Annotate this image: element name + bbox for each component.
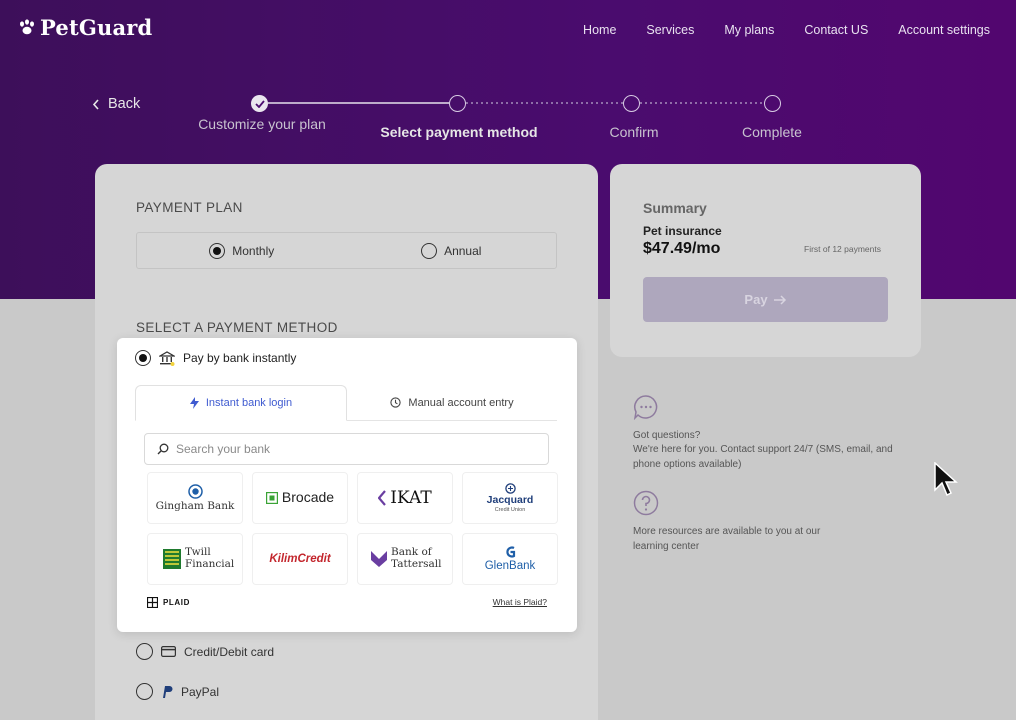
plan-option-annual[interactable]: Annual	[347, 233, 557, 268]
chat-bubble-icon	[633, 395, 658, 420]
resources-text: More resources are available to you at o…	[633, 526, 821, 552]
paypal-radio[interactable]	[136, 683, 153, 700]
bank-name: GlenBank	[484, 559, 536, 572]
bank-name: Twill Financial	[185, 546, 235, 570]
step-1-label: Customize your plan	[198, 116, 326, 132]
plaid-label: PLAID	[163, 598, 190, 607]
bank-entry-tabs: Instant bank login Manual account entry	[135, 385, 557, 421]
step-4-label: Complete	[742, 124, 802, 140]
bank-icon	[159, 350, 175, 366]
bank-name: Gingham Bank	[155, 499, 235, 512]
plan-option-label: Monthly	[232, 243, 275, 258]
questions-heading: Got questions?	[633, 430, 701, 441]
tab-manual-account-entry[interactable]: Manual account entry	[347, 385, 557, 421]
paypal-icon	[163, 685, 173, 698]
credit-debit-radio[interactable]	[136, 643, 153, 660]
bank-subtitle: Credit Union	[494, 507, 526, 514]
step-4-dot	[764, 95, 781, 112]
bank-tile-kilim[interactable]: KilimCredit	[252, 533, 348, 585]
step-1-dot	[251, 95, 268, 112]
check-icon	[254, 99, 265, 108]
progress-stepper: Customize your plan Select payment metho…	[0, 0, 1016, 150]
bank-tile-jacquard[interactable]: Jacquard Credit Union	[462, 472, 558, 524]
pay-by-bank-radio[interactable]	[135, 350, 151, 366]
summary-card	[610, 164, 921, 357]
paypal-label: PayPal	[181, 684, 220, 699]
clock-icon	[390, 397, 402, 408]
annual-radio[interactable]	[421, 242, 438, 259]
step-3-dot	[623, 95, 640, 112]
plan-option-label: Annual	[444, 243, 482, 258]
payment-plan-selector: Monthly Annual	[136, 232, 557, 269]
summary-title: Summary	[643, 200, 707, 216]
pay-label: Pay	[744, 292, 768, 307]
step-2-dot	[449, 95, 466, 112]
plaid-logo-icon	[147, 597, 158, 608]
brocade-logo-icon	[265, 492, 278, 504]
bank-name: Bank of Tattersall	[391, 546, 442, 570]
plan-option-monthly[interactable]: Monthly	[137, 233, 347, 268]
summary-price: $47.49/mo	[643, 240, 721, 257]
credit-debit-label: Credit/Debit card	[184, 644, 275, 659]
ikat-logo-icon	[378, 490, 387, 506]
card-icon	[161, 646, 176, 657]
payment-plan-title: PAYMENT PLAN	[136, 200, 243, 215]
search-placeholder: Search your bank	[176, 442, 271, 456]
search-icon	[157, 443, 169, 455]
bank-tile-gingham[interactable]: Gingham Bank	[147, 472, 243, 524]
tab-instant-bank-login[interactable]: Instant bank login	[135, 385, 347, 421]
support-text: We're here for you. Contact support 24/7…	[633, 444, 893, 470]
bank-search-input[interactable]: Search your bank	[144, 433, 549, 465]
step-2-label: Select payment method	[380, 124, 538, 140]
bank-grid: Gingham Bank Brocade IKAT Jacquard Credi…	[147, 472, 558, 585]
gingham-logo-icon	[187, 483, 203, 499]
twill-logo-icon	[163, 549, 181, 569]
payment-method-title: SELECT A PAYMENT METHOD	[136, 320, 338, 335]
arrow-right-icon	[773, 294, 786, 305]
jacquard-logo-icon	[504, 482, 516, 494]
summary-item: Pet insurance	[643, 224, 722, 238]
step-3-label: Confirm	[609, 124, 659, 140]
pay-button[interactable]: Pay	[643, 277, 888, 322]
bank-name: IKAT	[390, 487, 432, 508]
summary-note: First of 12 payments	[804, 244, 882, 254]
plaid-branding: PLAID	[147, 597, 190, 608]
bank-tile-twill[interactable]: Twill Financial	[147, 533, 243, 585]
what-is-plaid-link[interactable]: What is Plaid?	[493, 597, 547, 607]
glenbank-logo-icon	[505, 546, 515, 558]
monthly-radio[interactable]	[209, 242, 226, 259]
pay-by-bank-label: Pay by bank instantly	[183, 351, 297, 365]
credit-debit-option[interactable]: Credit/Debit card	[136, 643, 274, 660]
bank-name: Jacquard	[486, 493, 534, 506]
pay-by-bank-option[interactable]: Pay by bank instantly	[135, 350, 296, 366]
tattersall-logo-icon	[371, 551, 387, 567]
bank-tile-tattersall[interactable]: Bank of Tattersall	[357, 533, 453, 585]
bank-name: KilimCredit	[269, 552, 331, 565]
bank-payment-panel: Pay by bank instantly Instant bank login…	[117, 338, 577, 632]
mouse-cursor-icon	[934, 462, 958, 497]
question-mark-icon	[633, 490, 659, 516]
bank-name: Brocade	[281, 489, 335, 506]
bank-tile-glenbank[interactable]: GlenBank	[462, 533, 558, 585]
tab-label: Manual account entry	[408, 396, 514, 409]
tab-label: Instant bank login	[205, 397, 293, 409]
paypal-option[interactable]: PayPal	[136, 683, 219, 700]
bank-tile-ikat[interactable]: IKAT	[357, 472, 453, 524]
bank-tile-brocade[interactable]: Brocade	[252, 472, 348, 524]
bolt-icon	[189, 397, 199, 409]
